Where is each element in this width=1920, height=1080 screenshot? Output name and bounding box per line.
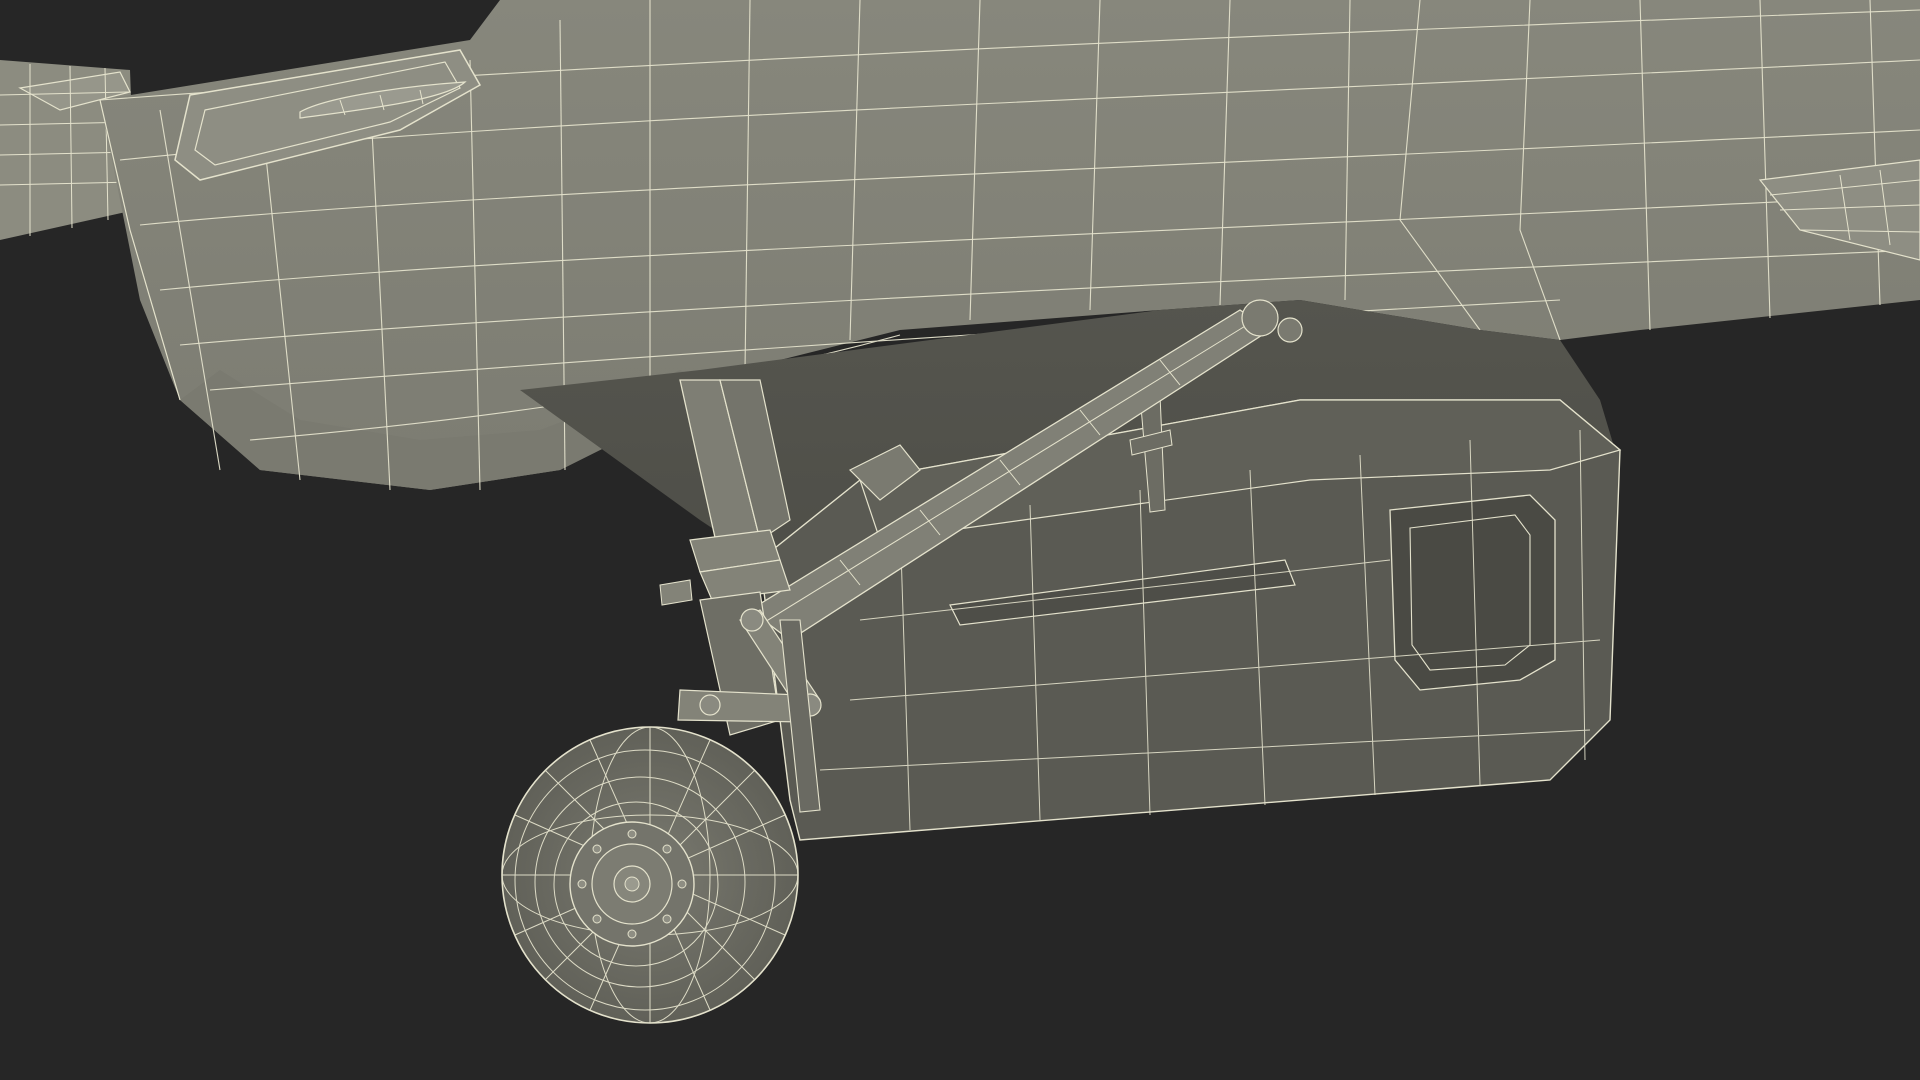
main-wheel (501, 726, 799, 1024)
render-viewport (0, 0, 1920, 1080)
wireframe-render (0, 0, 1920, 1080)
